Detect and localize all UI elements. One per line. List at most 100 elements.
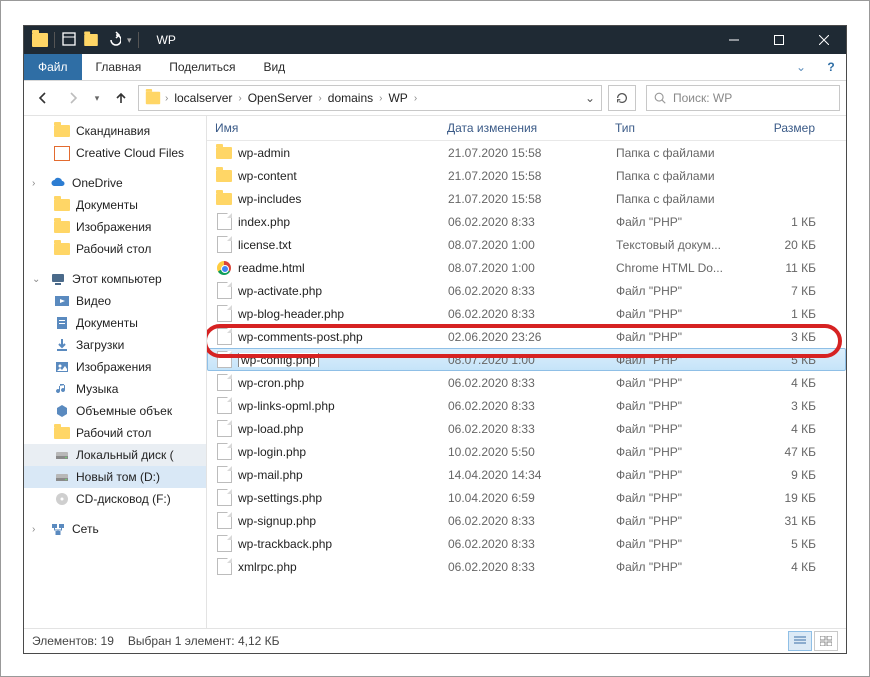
tree-item[interactable]: ⌄Этот компьютер xyxy=(24,268,206,290)
tree-item[interactable]: Документы xyxy=(24,312,206,334)
file-date: 06.02.2020 8:33 xyxy=(448,422,616,436)
help-icon[interactable]: ? xyxy=(816,54,846,80)
tree-item-label: Сеть xyxy=(72,522,99,536)
file-icon xyxy=(216,214,232,230)
tree-item[interactable]: ›OneDrive xyxy=(24,172,206,194)
tab-share[interactable]: Поделиться xyxy=(155,54,249,80)
tree-item[interactable]: ›Сеть xyxy=(24,518,206,540)
tree-item[interactable]: Документы xyxy=(24,194,206,216)
col-size[interactable]: Размер xyxy=(755,121,815,135)
qat-dropdown-icon[interactable]: ▾ xyxy=(127,35,132,46)
view-icons-button[interactable] xyxy=(814,631,838,651)
tree-item[interactable]: Новый том (D:) xyxy=(24,466,206,488)
tree-item[interactable]: Музыка xyxy=(24,378,206,400)
qat-properties-icon[interactable] xyxy=(61,31,77,50)
file-row[interactable]: readme.html08.07.2020 1:00Chrome HTML Do… xyxy=(207,256,846,279)
file-type: Файл "PHP" xyxy=(616,445,756,459)
file-name: xmlrpc.php xyxy=(238,560,448,574)
file-size: 31 КБ xyxy=(756,514,816,528)
forward-button[interactable] xyxy=(60,85,86,111)
view-details-button[interactable] xyxy=(788,631,812,651)
tree-item[interactable]: Видео xyxy=(24,290,206,312)
tree-item[interactable]: Объемные объек xyxy=(24,400,206,422)
file-date: 06.02.2020 8:33 xyxy=(448,399,616,413)
tree-item-label: Creative Cloud Files xyxy=(76,146,184,160)
file-row[interactable]: wp-settings.php10.04.2020 6:59Файл "PHP"… xyxy=(207,486,846,509)
tree-item[interactable]: Загрузки xyxy=(24,334,206,356)
qat-newfolder-icon[interactable] xyxy=(84,34,98,46)
file-size: 47 КБ xyxy=(756,445,816,459)
file-row[interactable]: wp-signup.php06.02.2020 8:33Файл "PHP"31… xyxy=(207,509,846,532)
file-row[interactable]: wp-login.php10.02.2020 5:50Файл "PHP"47 … xyxy=(207,440,846,463)
file-row[interactable]: wp-activate.php06.02.2020 8:33Файл "PHP"… xyxy=(207,279,846,302)
file-date: 06.02.2020 8:33 xyxy=(448,514,616,528)
file-name: wp-config.php xyxy=(238,353,448,367)
maximize-button[interactable] xyxy=(756,26,801,54)
close-button[interactable] xyxy=(801,26,846,54)
file-row[interactable]: wp-mail.php14.04.2020 14:34Файл "PHP"9 К… xyxy=(207,463,846,486)
file-date: 06.02.2020 8:33 xyxy=(448,284,616,298)
tree-item-label: Локальный диск ( xyxy=(76,448,174,462)
tree-item-label: OneDrive xyxy=(72,176,123,190)
file-row[interactable]: wp-cron.php06.02.2020 8:33Файл "PHP"4 КБ xyxy=(207,371,846,394)
chevron-right-icon[interactable]: › xyxy=(414,93,417,104)
file-size: 20 КБ xyxy=(756,238,816,252)
file-date: 02.06.2020 23:26 xyxy=(448,330,616,344)
file-type: Файл "PHP" xyxy=(616,307,756,321)
file-row[interactable]: wp-blog-header.php06.02.2020 8:33Файл "P… xyxy=(207,302,846,325)
tab-file[interactable]: Файл xyxy=(24,54,82,80)
file-type: Текстовый докум... xyxy=(616,238,756,252)
address-dropdown-icon[interactable]: ⌄ xyxy=(581,91,599,105)
tree-item[interactable]: Изображения xyxy=(24,216,206,238)
file-row[interactable]: wp-trackback.php06.02.2020 8:33Файл "PHP… xyxy=(207,532,846,555)
address-bar[interactable]: › localserver › OpenServer › domains › W… xyxy=(138,85,602,111)
file-row[interactable]: wp-links-opml.php06.02.2020 8:33Файл "PH… xyxy=(207,394,846,417)
up-button[interactable] xyxy=(108,85,134,111)
ribbon-expand-icon[interactable]: ⌄ xyxy=(786,54,816,80)
col-date[interactable]: Дата изменения xyxy=(447,121,615,135)
file-row[interactable]: wp-admin21.07.2020 15:58Папка с файлами xyxy=(207,141,846,164)
file-row[interactable]: index.php06.02.2020 8:33Файл "PHP"1 КБ xyxy=(207,210,846,233)
tree-item[interactable]: Изображения xyxy=(24,356,206,378)
file-icon xyxy=(216,467,232,483)
file-row[interactable]: wp-load.php06.02.2020 8:33Файл "PHP"4 КБ xyxy=(207,417,846,440)
tree-item[interactable]: Creative Cloud Files xyxy=(24,142,206,164)
column-headers[interactable]: Имя Дата изменения Тип Размер xyxy=(207,116,846,141)
breadcrumb[interactable]: domains xyxy=(322,91,379,105)
recent-dropdown[interactable]: ▾ xyxy=(90,85,104,111)
minimize-button[interactable] xyxy=(711,26,756,54)
qat-undo-icon[interactable] xyxy=(105,31,121,50)
file-row[interactable]: license.txt08.07.2020 1:00Текстовый доку… xyxy=(207,233,846,256)
tree-item[interactable]: Рабочий стол xyxy=(24,422,206,444)
tree-item[interactable]: Скандинавия xyxy=(24,120,206,142)
file-row[interactable]: wp-includes21.07.2020 15:58Папка с файла… xyxy=(207,187,846,210)
folder-icon xyxy=(54,219,70,235)
file-icon xyxy=(216,352,232,368)
tree-item-label: Скандинавия xyxy=(76,124,150,138)
breadcrumb[interactable]: localserver xyxy=(168,91,238,105)
file-type: Папка с файлами xyxy=(616,146,756,160)
navigation-bar: ▾ › localserver › OpenServer › domains ›… xyxy=(24,81,846,116)
file-row[interactable]: wp-content21.07.2020 15:58Папка с файлам… xyxy=(207,164,846,187)
tab-view[interactable]: Вид xyxy=(249,54,299,80)
breadcrumb[interactable]: OpenServer xyxy=(242,91,319,105)
tree-item[interactable]: Рабочий стол xyxy=(24,238,206,260)
file-date: 06.02.2020 8:33 xyxy=(448,537,616,551)
back-button[interactable] xyxy=(30,85,56,111)
tree-item[interactable]: CD-дисковод (F:) xyxy=(24,488,206,510)
file-icon xyxy=(216,398,232,414)
navigation-tree[interactable]: Скандинавия Creative Cloud Files ›OneDrive… xyxy=(24,116,207,628)
file-row[interactable]: wp-comments-post.php02.06.2020 23:26Файл… xyxy=(207,325,846,348)
col-type[interactable]: Тип xyxy=(615,121,755,135)
dl-icon xyxy=(54,337,70,353)
col-name[interactable]: Имя xyxy=(215,121,447,135)
search-input[interactable]: Поиск: WP xyxy=(646,85,840,111)
breadcrumb[interactable]: WP xyxy=(382,91,413,105)
tab-home[interactable]: Главная xyxy=(82,54,156,80)
refresh-button[interactable] xyxy=(608,85,636,111)
tree-item[interactable]: Локальный диск ( xyxy=(24,444,206,466)
file-size: 3 КБ xyxy=(756,399,816,413)
file-row[interactable]: wp-config.php08.07.2020 1:00Файл "PHP"5 … xyxy=(207,348,846,371)
search-placeholder: Поиск: WP xyxy=(673,91,732,105)
file-row[interactable]: xmlrpc.php06.02.2020 8:33Файл "PHP"4 КБ xyxy=(207,555,846,578)
